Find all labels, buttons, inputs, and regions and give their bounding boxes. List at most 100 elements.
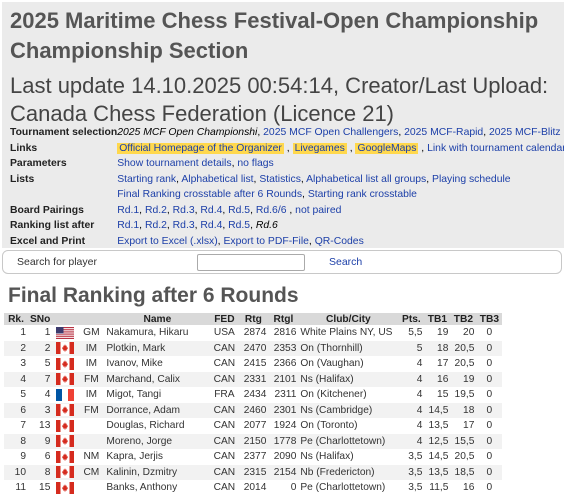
tb3-cell: 0 bbox=[476, 387, 503, 403]
lists-links: Starting rank, Alphabetical list, Statis… bbox=[117, 172, 564, 188]
player-name-link[interactable]: Marchand, Calix bbox=[104, 371, 211, 387]
starting-rank-link[interactable]: Starting rank bbox=[117, 174, 176, 185]
pairing-rd2-link[interactable]: Rd.2 bbox=[145, 205, 167, 216]
rating-cell: 2874 bbox=[238, 325, 269, 341]
title-cell bbox=[78, 418, 105, 434]
pairing-rd3-link[interactable]: Rd.3 bbox=[173, 205, 195, 216]
info-row-excel-print: Excel and Print Export to Excel (.xlsx),… bbox=[10, 234, 564, 250]
player-name-link[interactable]: Kalinin, Dzmitry bbox=[104, 464, 211, 480]
club-city-cell: On (Thornhill) bbox=[298, 340, 399, 356]
player-name-link[interactable]: Nakamura, Hikaru bbox=[104, 325, 211, 341]
rank-cell: 9 bbox=[4, 449, 28, 465]
statistics-link[interactable]: Statistics bbox=[259, 174, 301, 185]
federation-cell: CAN bbox=[210, 340, 239, 356]
local-rating-cell: 2353 bbox=[268, 340, 299, 356]
livegames-link[interactable]: Livegames bbox=[292, 142, 347, 154]
export-excel-link[interactable]: Export to Excel (.xlsx) bbox=[117, 236, 217, 247]
player-name-link[interactable]: Kapra, Jerjis bbox=[104, 449, 211, 465]
title-cell: IM bbox=[78, 356, 105, 372]
points-cell: 4 bbox=[398, 433, 425, 449]
tb1-cell: 15 bbox=[424, 387, 451, 403]
playing-schedule-link[interactable]: Playing schedule bbox=[432, 174, 511, 185]
title-cell: IM bbox=[78, 387, 105, 403]
col-tb2: TB2 bbox=[450, 313, 477, 325]
player-name-link[interactable]: Migot, Tangi bbox=[104, 387, 211, 403]
current-tournament: 2025 MCF Open Championshi bbox=[117, 127, 258, 139]
flag-cell bbox=[52, 418, 79, 434]
rank-cell: 5 bbox=[4, 387, 28, 403]
qr-codes-link[interactable]: QR-Codes bbox=[315, 236, 364, 247]
ranking-rd5-link[interactable]: Rd.5 bbox=[228, 220, 250, 231]
ranking-after-label: Ranking list after bbox=[10, 220, 95, 232]
calendar-link[interactable]: Link with tournament calendar bbox=[427, 143, 564, 154]
tournament-link-challengers[interactable]: 2025 MCF Open Challengers bbox=[263, 127, 398, 138]
local-rating-cell: 2101 bbox=[268, 371, 299, 387]
points-cell: 4 bbox=[398, 387, 425, 403]
links-label: Links bbox=[10, 142, 38, 154]
ranking-row: 9 6 NM Kapra, Jerjis CAN 2377 2090 Ns (Halifax)… bbox=[4, 449, 503, 465]
canada-flag-icon bbox=[56, 435, 74, 447]
tb1-cell: 16 bbox=[424, 371, 451, 387]
player-name-link[interactable]: Plotkin, Mark bbox=[104, 340, 211, 356]
googlemaps-link[interactable]: GoogleMaps bbox=[355, 142, 419, 154]
tb3-cell: 0 bbox=[476, 433, 503, 449]
starting-number-cell: 9 bbox=[28, 433, 53, 449]
local-rating-cell: 2366 bbox=[268, 356, 299, 372]
rank-cell: 10 bbox=[4, 464, 28, 480]
tb3-cell: 0 bbox=[476, 371, 503, 387]
flag-cell bbox=[52, 387, 79, 403]
ranking-rd1-link[interactable]: Rd.1 bbox=[117, 220, 139, 231]
col-flag bbox=[52, 313, 79, 325]
search-input[interactable] bbox=[197, 254, 305, 271]
ranking-row: 6 3 FM Dorrance, Adam CAN 2460 2301 Ns (Cambrid… bbox=[4, 402, 503, 418]
alphabetical-list-link[interactable]: Alphabetical list bbox=[181, 174, 253, 185]
no-flags-link[interactable]: no flags bbox=[237, 158, 273, 169]
tournament-link-blitz[interactable]: 2025 MCF-Blitz bbox=[489, 127, 561, 138]
pairing-rd5-link[interactable]: Rd.5 bbox=[228, 205, 250, 216]
federation-cell: CAN bbox=[210, 480, 239, 496]
ranking-rd6-current: Rd.6 bbox=[255, 220, 278, 232]
tournament-link-rapid[interactable]: 2025 MCF-Rapid bbox=[404, 127, 483, 138]
final-ranking-crosstable-link[interactable]: Final Ranking crosstable after 6 Rounds bbox=[117, 189, 302, 200]
player-name-link[interactable]: Dorrance, Adam bbox=[104, 402, 211, 418]
starting-rank-crosstable-link[interactable]: Starting rank crosstable bbox=[308, 189, 417, 200]
pairing-rd1-link[interactable]: Rd.1 bbox=[117, 205, 139, 216]
rating-cell: 2415 bbox=[238, 356, 269, 372]
flag-cell bbox=[52, 371, 79, 387]
ranking-row: 2 2 IM Plotkin, Mark CAN 2470 2353 On (Thornhil… bbox=[4, 340, 503, 356]
club-city-cell: Nb (Fredericton) bbox=[298, 464, 399, 480]
flag-cell bbox=[52, 464, 79, 480]
tb2-cell: 18 bbox=[450, 402, 477, 418]
starting-number-cell: 1 bbox=[28, 325, 53, 341]
pairing-rd4-link[interactable]: Rd.4 bbox=[200, 205, 222, 216]
pairing-rd6-link[interactable]: Rd.6/6 bbox=[256, 205, 287, 216]
not-paired-link[interactable]: not paired bbox=[295, 205, 341, 216]
info-row-board-pairings: Board Pairings Rd.1, Rd.2, Rd.3, Rd.4, R… bbox=[10, 203, 564, 219]
rank-cell: 1 bbox=[4, 325, 28, 341]
excel-print-label: Excel and Print bbox=[10, 235, 86, 247]
player-name-link[interactable]: Banks, Anthony bbox=[104, 480, 211, 496]
player-name-link[interactable]: Douglas, Richard bbox=[104, 418, 211, 434]
player-name-link[interactable]: Ivanov, Mike bbox=[104, 356, 211, 372]
ranking-row: 1 1 GM Nakamura, Hikaru USA 2874 2816 White Pla… bbox=[4, 325, 503, 341]
lists-label: Lists bbox=[10, 173, 35, 185]
alphabetical-all-groups-link[interactable]: Alphabetical list all groups bbox=[306, 174, 426, 185]
federation-cell: CAN bbox=[210, 371, 239, 387]
homepage-link[interactable]: Official Homepage of the Organizer bbox=[117, 142, 284, 154]
canada-flag-icon bbox=[56, 358, 74, 370]
export-pdf-link[interactable]: Export to PDF-File bbox=[223, 236, 308, 247]
ranking-rd4-link[interactable]: Rd.4 bbox=[200, 220, 222, 231]
show-details-link[interactable]: Show tournament details bbox=[117, 158, 231, 169]
points-cell: 3,5 bbox=[398, 449, 425, 465]
header-panel: 2025 Maritime Chess Festival-Open Champi… bbox=[2, 2, 564, 248]
col-club: Club/City bbox=[298, 313, 399, 325]
ranking-header-row: Rk. SNo Name FED Rtg Rtgl Club/City Pts.… bbox=[4, 313, 503, 325]
tb2-cell: 19,5 bbox=[450, 387, 477, 403]
info-row-links: Links Official Homepage of the Organizer… bbox=[10, 141, 564, 157]
title-cell: FM bbox=[78, 371, 105, 387]
starting-number-cell: 7 bbox=[28, 371, 53, 387]
player-name-link[interactable]: Moreno, Jorge bbox=[104, 433, 211, 449]
ranking-rd2-link[interactable]: Rd.2 bbox=[145, 220, 167, 231]
search-button[interactable]: Search bbox=[329, 256, 362, 268]
ranking-rd3-link[interactable]: Rd.3 bbox=[173, 220, 195, 231]
